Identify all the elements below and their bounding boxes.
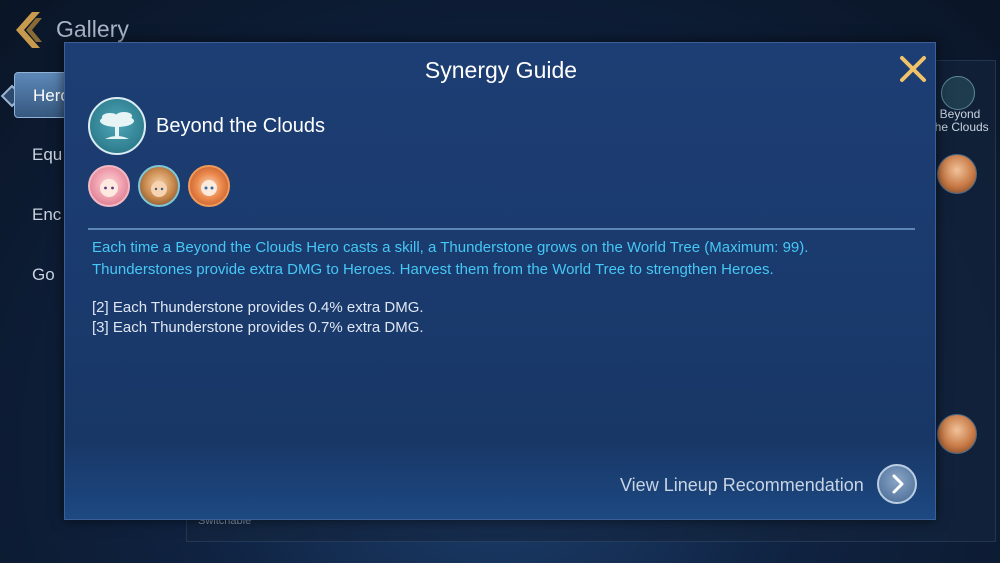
- tier-bonus-3: [3] Each Thunderstone provides 0.7% extr…: [92, 319, 424, 336]
- divider: [88, 228, 915, 230]
- hero-portrait-brown-hair[interactable]: [138, 165, 180, 207]
- synergy-name: Beyond the Clouds: [156, 115, 326, 137]
- hero-portrait[interactable]: [937, 154, 977, 194]
- hero-portrait-orange-hair[interactable]: [188, 165, 230, 207]
- hero-portrait[interactable]: [937, 414, 977, 454]
- synergy-description: Each time a Beyond the Clouds Hero casts…: [92, 239, 809, 278]
- close-icon: [900, 56, 926, 82]
- chevron-right-icon: [892, 474, 904, 494]
- tier-bonus-2: [2] Each Thunderstone provides 0.4% extr…: [92, 299, 424, 316]
- right-column-synergy-label: Beyond the Clouds: [931, 107, 989, 134]
- close-button[interactable]: [897, 53, 929, 85]
- back-arrow-icon[interactable]: [12, 10, 48, 50]
- gallery-title: Gallery: [56, 16, 129, 42]
- modal-title: Synergy Guide: [424, 57, 578, 83]
- tree-icon: [941, 76, 975, 110]
- tree-icon: [100, 112, 134, 139]
- synergy-icon: [88, 97, 146, 155]
- lineup-arrow-button[interactable]: [877, 464, 917, 504]
- view-lineup-recommendation-link[interactable]: View Lineup Recommendation: [620, 475, 864, 496]
- synergy-guide-modal: Synergy Guide Beyond the Clouds Each tim…: [64, 42, 936, 520]
- hero-portrait-pink-hair[interactable]: [88, 165, 130, 207]
